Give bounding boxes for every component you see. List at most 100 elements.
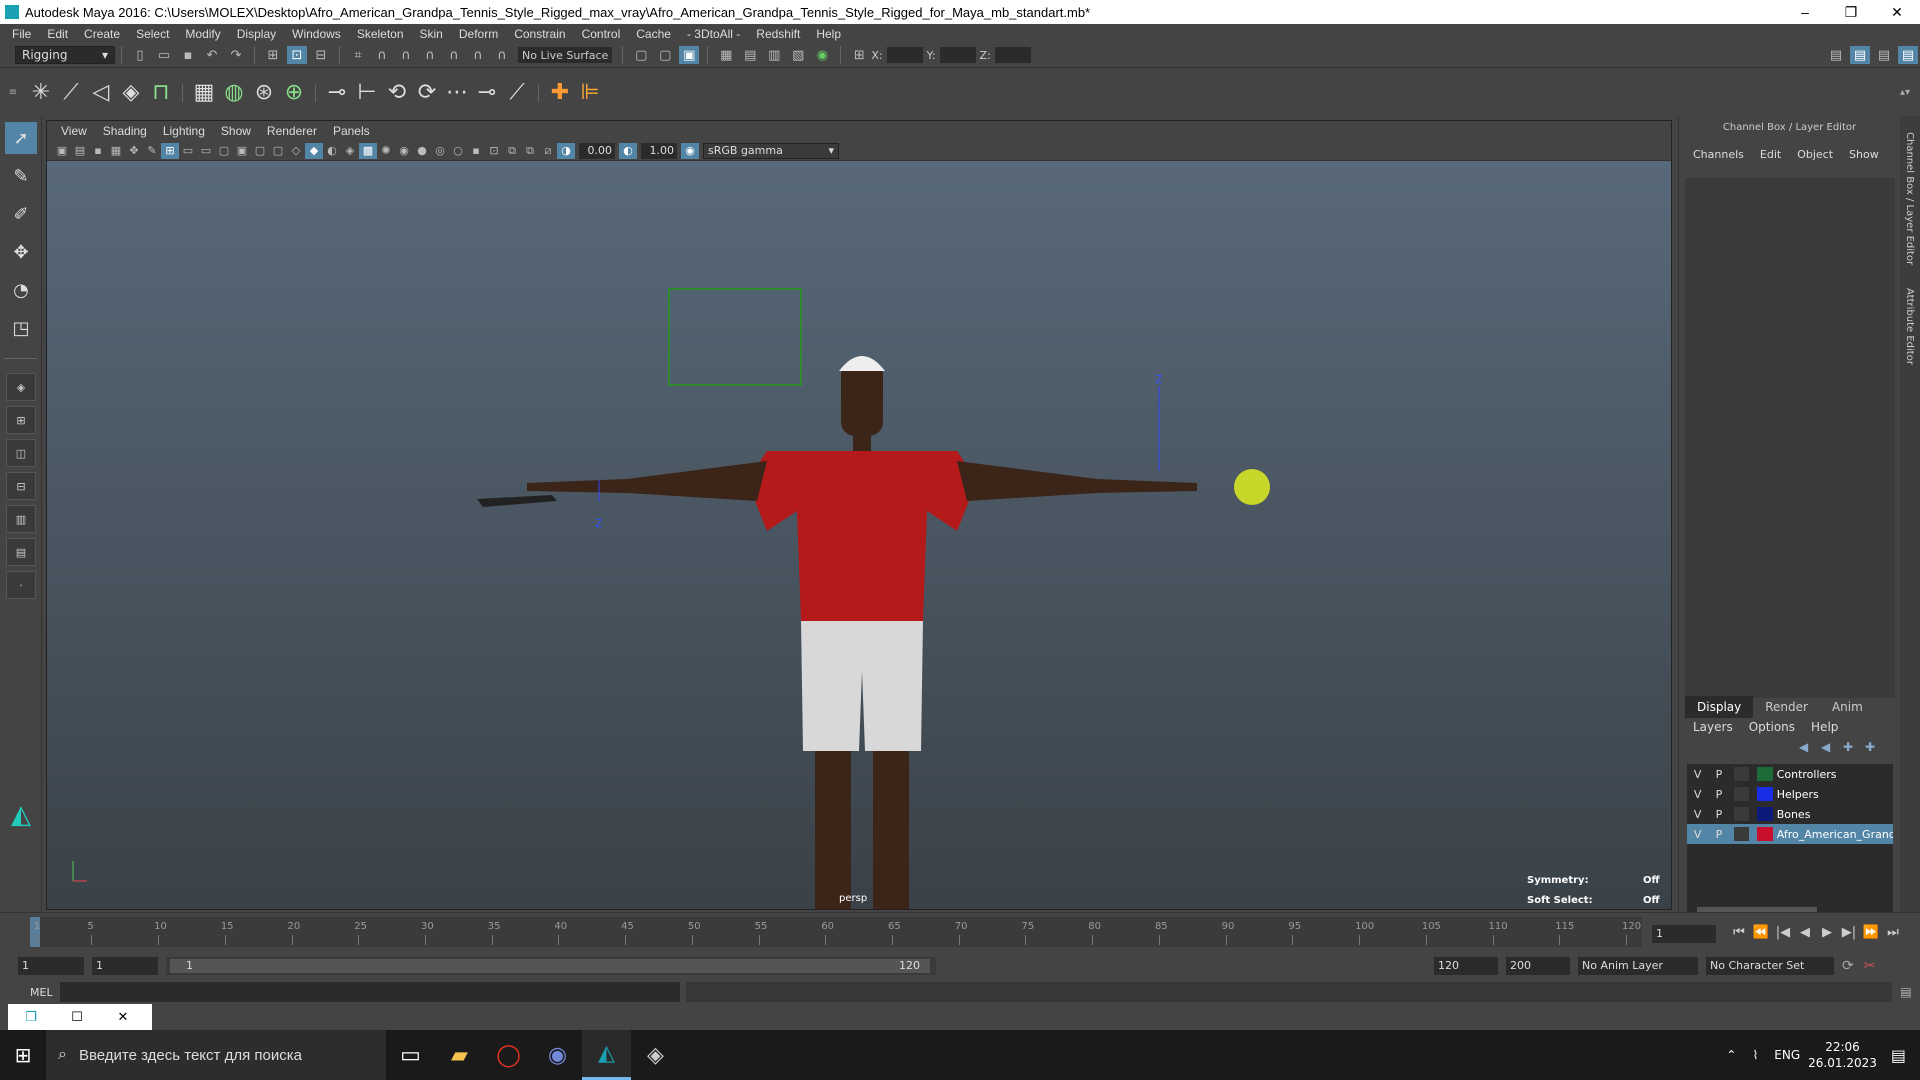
maya-taskbar-icon[interactable]: ◭	[582, 1030, 631, 1080]
go-to-start-icon[interactable]: ⏮	[1728, 925, 1750, 940]
current-frame-field[interactable]: 1	[1652, 925, 1716, 943]
ik-handle-icon[interactable]: ⟋	[56, 75, 86, 111]
menu-skeleton[interactable]: Skeleton	[349, 27, 412, 41]
opera-icon[interactable]: ◯	[484, 1030, 533, 1080]
playback-start-field[interactable]: 1	[92, 957, 158, 975]
vp-menu-view[interactable]: View	[53, 124, 95, 138]
magnet-icon[interactable]: ∩	[492, 46, 512, 64]
grease-pencil-icon[interactable]: ✎	[143, 143, 161, 159]
redo-icon[interactable]: ↷	[226, 46, 246, 64]
bind-skin-icon[interactable]: ⊛	[249, 75, 279, 111]
point-constraint-icon[interactable]: ⊢	[352, 75, 382, 111]
tab-render[interactable]: Render	[1753, 696, 1820, 718]
perspective-viewport[interactable]: View Shading Lighting Show Renderer Pane…	[46, 120, 1672, 910]
render-settings-icon[interactable]: ▧	[788, 46, 808, 64]
gamma-icon[interactable]: ◐	[619, 142, 637, 159]
move-layer-down-icon[interactable]: ◀	[1821, 740, 1843, 754]
attribute-editor-icon[interactable]: ▤	[1850, 46, 1870, 64]
taskbar-search[interactable]: ⌕ Введите здесь текст для поиска	[46, 1030, 386, 1080]
parent-constraint-icon[interactable]: ⊸	[322, 75, 352, 111]
menu-cache[interactable]: Cache	[628, 27, 679, 41]
shelf-menu-icon[interactable]: ≡	[0, 87, 26, 98]
vp-menu-shading[interactable]: Shading	[95, 124, 155, 138]
exposure-field[interactable]: 1.00	[641, 142, 677, 159]
vp-menu-panels[interactable]: Panels	[325, 124, 378, 138]
image-plane-icon[interactable]: ▦	[107, 143, 125, 159]
scale-tool-icon[interactable]: ◳	[5, 312, 37, 344]
clock[interactable]: 22:06 26.01.2023	[1808, 1039, 1877, 1071]
maximize-icon[interactable]: ☐	[54, 1010, 100, 1025]
play-backward-icon[interactable]: ◀	[1794, 925, 1816, 940]
aim-constraint-icon[interactable]: ⋯	[442, 75, 472, 111]
prefs-icon[interactable]: ✂	[1864, 958, 1876, 974]
range-thumb[interactable]	[170, 959, 930, 973]
cb-menu-edit[interactable]: Edit	[1752, 148, 1789, 161]
shadows-icon[interactable]: ◉	[395, 143, 413, 159]
layer-playback[interactable]: P	[1708, 828, 1729, 841]
output-ops-icon[interactable]: ▢	[655, 46, 675, 64]
menu-constrain[interactable]: Constrain	[506, 27, 573, 41]
layer-type[interactable]	[1733, 807, 1750, 821]
layer-playback[interactable]: P	[1708, 788, 1729, 801]
snap-live-icon[interactable]: ∩	[468, 46, 488, 64]
gamma-field[interactable]: 0.00	[579, 142, 615, 159]
character-head[interactable]	[841, 361, 883, 436]
xray-active-icon[interactable]: ⧉	[521, 143, 539, 159]
xray-joints-icon[interactable]: ⧄	[539, 143, 557, 159]
menu-help[interactable]: Help	[808, 27, 849, 41]
select-component-icon[interactable]: ⊟	[311, 46, 331, 64]
ik-fk-icon[interactable]: ⟋	[502, 75, 532, 111]
snap-grid-icon[interactable]: ⌗	[348, 46, 368, 64]
playback-end-field[interactable]: 120	[1434, 957, 1498, 975]
step-back-key-icon[interactable]: ⏪	[1750, 925, 1772, 940]
menu-create[interactable]: Create	[76, 27, 128, 41]
cluster-icon[interactable]: ▦	[189, 75, 219, 111]
textured-icon[interactable]: ▩	[359, 142, 377, 159]
custom-layout-icon[interactable]: ·	[6, 571, 36, 599]
character-left-leg[interactable]	[815, 751, 851, 910]
vp-menu-renderer[interactable]: Renderer	[259, 124, 325, 138]
human-ik-icon[interactable]: ⊫	[575, 75, 605, 111]
menu-modify[interactable]: Modify	[177, 27, 228, 41]
anim-layer-dropdown[interactable]: No Anim Layer	[1578, 957, 1698, 975]
layer-color-swatch[interactable]	[1757, 787, 1773, 801]
safe-title-icon[interactable]: ▢	[269, 143, 287, 159]
shelf-scroll-icon[interactable]: ▴▾	[1900, 87, 1920, 98]
lasso-tool-icon[interactable]: ✎	[5, 160, 37, 192]
menu-select[interactable]: Select	[128, 27, 177, 41]
ik-spline-icon[interactable]: ◁	[86, 75, 116, 111]
step-back-frame-icon[interactable]: |◀	[1772, 925, 1794, 940]
task-view-icon[interactable]: ▭	[386, 1030, 435, 1080]
vp-menu-lighting[interactable]: Lighting	[155, 124, 213, 138]
tool-settings-icon[interactable]: ▤	[1874, 46, 1894, 64]
xray-icon[interactable]: ⧉	[503, 143, 521, 159]
menu-file[interactable]: File	[4, 27, 39, 41]
cb-menu-show[interactable]: Show	[1841, 148, 1887, 161]
layer-row[interactable]: V P Bones	[1687, 804, 1893, 824]
character-neck[interactable]	[853, 433, 871, 451]
viewport-scene[interactable]: Z Z Z	[47, 161, 1672, 910]
select-tool-icon[interactable]: ➚	[5, 122, 37, 154]
le-menu-layers[interactable]: Layers	[1685, 720, 1741, 734]
le-menu-options[interactable]: Options	[1741, 720, 1803, 734]
motion-blur-icon[interactable]: ◎	[431, 143, 449, 159]
lattice-icon[interactable]: ◍	[219, 75, 249, 111]
undo-icon[interactable]: ↶	[202, 46, 222, 64]
auto-key-icon[interactable]: ⟳	[1842, 958, 1854, 974]
tab-display[interactable]: Display	[1685, 696, 1754, 718]
color-management-icon[interactable]: ◉	[681, 142, 699, 159]
anim-start-field[interactable]: 1	[18, 957, 84, 975]
maximize-button[interactable]: ❐	[1828, 0, 1874, 24]
render-view-icon[interactable]: ▦	[716, 46, 736, 64]
camera-icon[interactable]: ▣	[53, 143, 71, 159]
range-bar[interactable]: 1 120	[166, 957, 936, 975]
layer-visibility[interactable]: V	[1687, 828, 1708, 841]
four-pane-layout-icon[interactable]: ⊞	[6, 406, 36, 434]
character-cap[interactable]	[839, 356, 885, 371]
layer-row[interactable]: VP Afro_American_Grandpa	[1687, 824, 1893, 844]
paint-select-icon[interactable]: ✐	[5, 198, 37, 230]
construction-history-icon[interactable]: ▣	[679, 46, 700, 64]
snap-point-icon[interactable]: ∩	[396, 46, 416, 64]
select-object-icon[interactable]: ⊡	[287, 46, 307, 64]
character-shorts[interactable]	[801, 621, 923, 751]
